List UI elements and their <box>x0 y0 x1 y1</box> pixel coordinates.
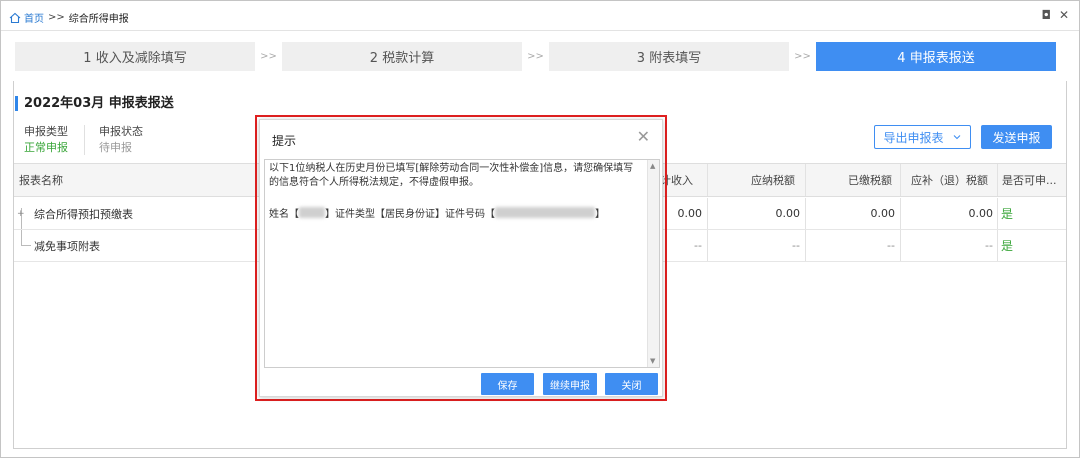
declare-status: 申报状态 待申报 <box>99 124 143 156</box>
save-button[interactable]: 保存 <box>481 373 534 395</box>
row-tax-paid: -- <box>887 239 895 252</box>
header-tax-payable: 应纳税额 <box>751 174 795 187</box>
row-tax-payable: 0.00 <box>775 207 801 220</box>
header-name: 报表名称 <box>19 174 63 187</box>
redacted-id-number <box>495 207 595 218</box>
row-name: 减免事项附表 <box>34 239 100 253</box>
row-tax-paid: 0.00 <box>870 207 896 220</box>
declare-type-value: 正常申报 <box>24 141 68 154</box>
declare-status-label: 申报状态 <box>99 125 143 138</box>
expand-icon[interactable]: + <box>17 198 25 229</box>
column-divider <box>997 164 998 196</box>
declare-status-value: 待申报 <box>99 141 132 154</box>
dialog-taxpayer-line: 姓名【 】证件类型【居民身份证】证件号码【 】 <box>269 205 605 220</box>
scroll-up-icon[interactable]: ▲ <box>650 162 655 170</box>
breadcrumb-separator: >> <box>48 12 65 23</box>
id-type-text: 】证件类型【居民身份证】证件号码【 <box>325 209 495 220</box>
row-refund: 0.00 <box>968 207 994 220</box>
row-tax-payable: -- <box>792 239 800 252</box>
window-controls: ◘ ✕ <box>1041 8 1069 22</box>
scroll-down-icon[interactable]: ▼ <box>650 357 655 365</box>
declare-type: 申报类型 正常申报 <box>24 124 68 156</box>
dialog-title: 提示 <box>272 134 297 148</box>
step-3[interactable]: 3 附表填写 <box>549 42 789 71</box>
home-icon[interactable] <box>9 12 21 24</box>
column-divider <box>707 230 708 261</box>
column-divider <box>805 164 806 196</box>
breadcrumb-home-link[interactable]: 首页 <box>24 10 44 25</box>
step-arrow-icon: >> <box>527 51 544 62</box>
scrollbar[interactable]: ▲ ▼ <box>647 160 659 367</box>
step-arrow-icon: >> <box>794 51 811 62</box>
header-tax-paid: 已缴税额 <box>848 174 892 187</box>
column-divider <box>900 230 901 261</box>
breadcrumb: 首页 >> 综合所得申报 <box>9 10 129 25</box>
column-divider <box>997 198 998 229</box>
row-can-declare: 是 <box>1001 239 1014 253</box>
column-divider <box>707 198 708 229</box>
declare-type-label: 申报类型 <box>24 125 68 138</box>
breadcrumb-current: 综合所得申报 <box>68 14 129 25</box>
redacted-name <box>299 207 325 218</box>
column-divider <box>900 198 901 229</box>
name-prefix: 姓名【 <box>269 209 299 220</box>
row-name: 综合所得预扣预缴表 <box>34 207 133 221</box>
column-divider <box>707 164 708 196</box>
end-bracket: 】 <box>595 209 605 220</box>
column-divider <box>900 164 901 196</box>
step-progress: 1 收入及减除填写 >> 2 税款计算 >> 3 附表填写 >> 4 申报表报送 <box>15 42 1056 71</box>
step-2[interactable]: 2 税款计算 <box>282 42 522 71</box>
close-icon[interactable]: ✕ <box>1059 8 1069 22</box>
close-button[interactable]: 关闭 <box>605 373 658 395</box>
restore-icon[interactable]: ◘ <box>1041 8 1051 22</box>
row-can-declare: 是 <box>1001 207 1014 221</box>
column-divider <box>805 230 806 261</box>
dialog-message-box: 以下1位纳税人在历史月份已填写[解除劳动合同一次性补偿金]信息，请您确保填写的信… <box>264 159 660 368</box>
header-refund: 应补（退）税额 <box>911 174 988 187</box>
export-report-button[interactable]: 导出申报表 <box>874 125 971 149</box>
step-arrow-icon: >> <box>260 51 277 62</box>
dialog-close-icon[interactable]: ✕ <box>637 127 650 146</box>
export-report-label: 导出申报表 <box>883 130 944 145</box>
dialog-message: 以下1位纳税人在历史月份已填写[解除劳动合同一次性补偿金]信息，请您确保填写的信… <box>269 163 634 188</box>
send-declaration-button[interactable]: 发送申报 <box>981 125 1052 149</box>
prompt-dialog: 提示 ✕ 以下1位纳税人在历史月份已填写[解除劳动合同一次性补偿金]信息，请您确… <box>259 119 663 397</box>
page-title: 2022年03月 申报表报送 <box>15 96 174 111</box>
header-can-declare: 是否可申... <box>1002 174 1057 187</box>
column-divider <box>997 230 998 261</box>
row-refund: -- <box>985 239 993 252</box>
app-window: 首页 >> 综合所得申报 ◘ ✕ 1 收入及减除填写 >> 2 税款计算 >> … <box>0 0 1080 458</box>
column-divider <box>805 198 806 229</box>
step-4[interactable]: 4 申报表报送 <box>816 42 1056 71</box>
step-1[interactable]: 1 收入及减除填写 <box>15 42 255 71</box>
continue-declare-button[interactable]: 继续申报 <box>543 373 597 395</box>
title-bar: 首页 >> 综合所得申报 ◘ ✕ <box>1 1 1079 31</box>
meta-divider <box>84 125 85 155</box>
chevron-down-icon <box>953 135 960 140</box>
